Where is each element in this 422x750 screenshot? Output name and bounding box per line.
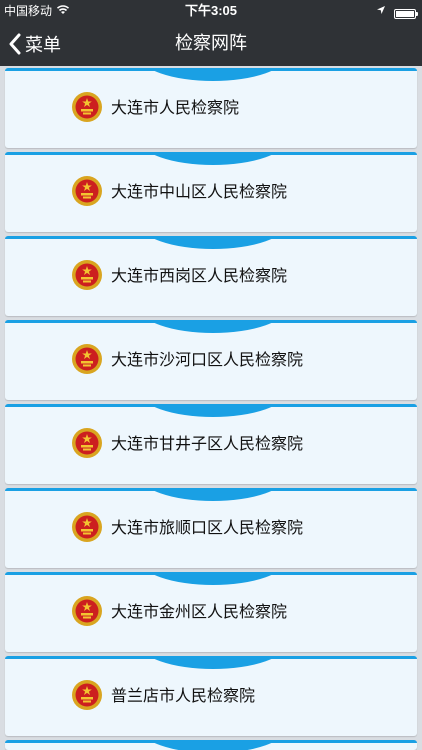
list-item-label: 大连市人民检察院 — [111, 98, 240, 117]
procuratorate-emblem-icon — [72, 428, 102, 458]
nav-bar: 菜单 检察网阵 — [0, 22, 422, 66]
list-item-label: 大连市旅顺口区人民检察院 — [111, 518, 304, 537]
list-item[interactable]: 大连市中山区人民检察院 — [5, 152, 417, 232]
list-item-label: 普兰店市人民检察院 — [111, 686, 256, 705]
list-item[interactable]: 大连市西岗区人民检察院 — [5, 236, 417, 316]
procuratorate-emblem-icon — [72, 260, 102, 290]
list-item-label: 大连市中山区人民检察院 — [111, 182, 288, 201]
location-arrow-icon — [376, 0, 386, 22]
list-item-label: 大连市沙河口区人民检察院 — [111, 350, 304, 369]
procuratorate-emblem-icon — [72, 344, 102, 374]
procuratorate-emblem-icon — [72, 596, 102, 626]
list-item[interactable]: 普兰店市人民检察院 — [5, 656, 417, 736]
list-item[interactable]: 大连市人民检察院 — [5, 68, 417, 148]
list-item[interactable]: 大连市甘井子区人民检察院 — [5, 404, 417, 484]
status-right — [376, 0, 418, 22]
page-title: 检察网阵 — [175, 33, 247, 54]
list-item-label: 大连市金州区人民检察院 — [111, 602, 288, 621]
list-item-label: 大连市甘井子区人民检察院 — [111, 434, 304, 453]
list-item-label: 大连市西岗区人民检察院 — [111, 266, 288, 285]
procuratorate-emblem-icon — [72, 680, 102, 710]
procuratorate-emblem-icon — [72, 176, 102, 206]
status-time: 下午3:05 — [184, 3, 238, 18]
list-item[interactable]: 大连市沙河口区人民检察院 — [5, 320, 417, 400]
procuratorate-emblem-icon — [72, 92, 102, 122]
list-item[interactable]: 大连市金州区人民检察院 — [5, 572, 417, 652]
list-item[interactable]: 大连市旅顺口区人民检察院 — [5, 488, 417, 568]
procuratorate-emblem-icon — [72, 512, 102, 542]
status-bar: 中国移动 下午3:05 — [0, 0, 422, 22]
card-notch — [139, 743, 287, 750]
list-item-partial[interactable] — [5, 740, 417, 750]
battery-icon — [394, 9, 418, 19]
